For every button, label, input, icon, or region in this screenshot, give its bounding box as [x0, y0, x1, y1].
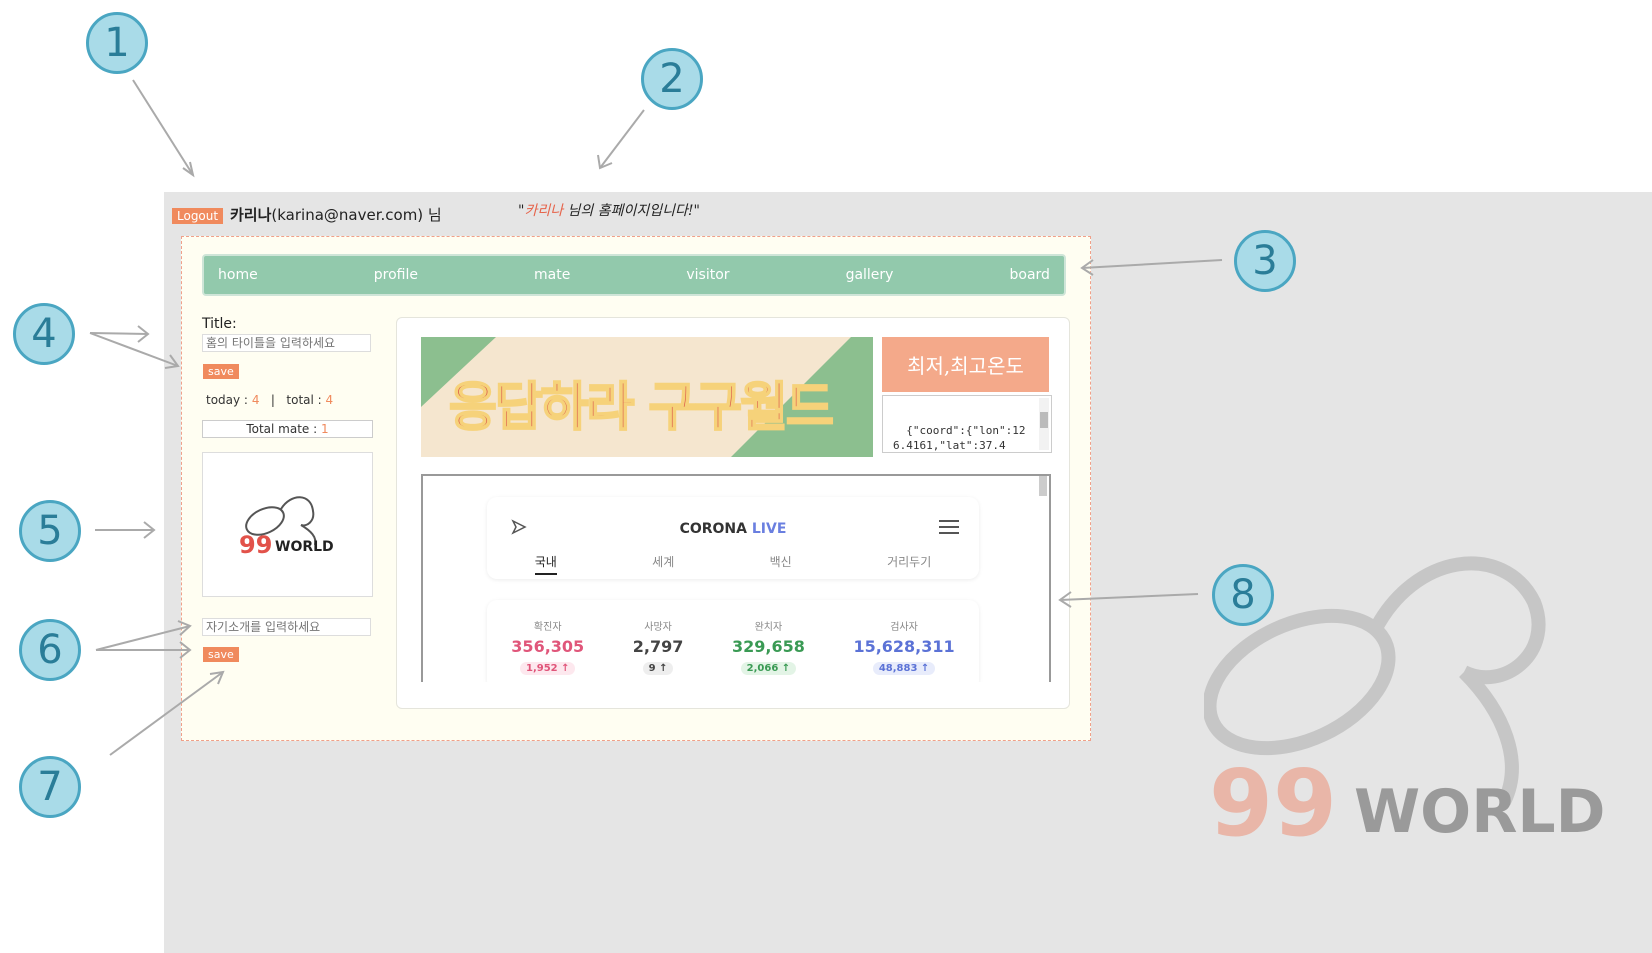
logo-world: WORLD [275, 539, 334, 555]
temperature-button[interactable]: 최저,최고온도 [882, 337, 1049, 392]
corona-stat-label: 확진자 [533, 622, 562, 633]
corona-stat-value: 2,797 [632, 637, 684, 656]
corona-stat-label: 완치자 [754, 622, 783, 633]
callout-5: 5 [19, 500, 81, 562]
callout-3: 3 [1234, 230, 1296, 292]
nav-mate[interactable]: mate [534, 267, 570, 283]
banner-title: 응답하라 구구월드 [448, 377, 835, 439]
nav-board[interactable]: board [1010, 267, 1050, 283]
corona-brand-live: LIVE [751, 521, 787, 537]
corona-stat: 검사자 15,628,311 48,883 ↑ [853, 618, 955, 675]
callout-1: 1 [86, 12, 148, 74]
corona-tab-domestic[interactable]: 국내 [534, 553, 557, 575]
user-email: (karina@naver.com) 님 [271, 206, 442, 224]
corona-stats-card: 확진자 356,305 1,952 ↑ 사망자 2,797 9 ↑ 완치자 329,658 2,… [487, 600, 979, 682]
total-mate-label: Total mate : [246, 422, 318, 436]
watermark-99: 99 [1209, 750, 1337, 857]
corona-stat-label: 검사자 [890, 622, 918, 633]
world-logo: 99 WORLD [239, 496, 334, 559]
user-name: 카리나 [230, 206, 272, 224]
today-label: today : [206, 393, 248, 407]
corona-stat-delta: 1,952 ↑ [519, 662, 576, 675]
corona-tab-vaccine[interactable]: 백신 [770, 553, 792, 575]
corona-scrollbar[interactable] [1039, 476, 1047, 496]
nav-gallery[interactable]: gallery [846, 267, 894, 283]
corona-stat-delta: 48,883 ↑ [872, 662, 936, 675]
title-save-button[interactable]: save [203, 364, 239, 379]
callout-2: 2 [641, 48, 703, 110]
intro-save-button[interactable]: save [203, 647, 239, 662]
visit-counter: today : 4 | total : 4 [206, 393, 333, 407]
callout-8: 8 [1212, 564, 1274, 626]
corona-stat-delta: 2,066 ↑ [740, 662, 797, 675]
today-value: 4 [251, 393, 260, 407]
profile-image: 99 WORLD [202, 452, 373, 597]
nav-visitor[interactable]: visitor [686, 267, 729, 283]
corona-tab-distancing[interactable]: 거리두기 [887, 553, 931, 575]
corona-stat-value: 329,658 [731, 637, 805, 656]
corona-stat: 확진자 356,305 1,952 ↑ [511, 618, 584, 675]
greeting-rest: 님의 홈페이지입니다!" [563, 203, 700, 219]
counter-separator: | [270, 393, 275, 407]
total-label: total : [286, 393, 322, 407]
total-mate-value: 1 [321, 422, 329, 436]
corona-tab-world[interactable]: 세계 [652, 553, 674, 575]
greeting-name: 카리나 [524, 203, 564, 219]
title-label: Title: [202, 316, 237, 332]
corona-frame[interactable]: CORONA LIVE 국내 세계 백신 거리두기 확진자 356,305 1,95… [421, 474, 1051, 682]
callout-6: 6 [19, 619, 81, 681]
total-value: 4 [325, 393, 334, 407]
weather-json-box[interactable]: {"coord":{"lon":126.4161,"lat":37.45},"w… [882, 395, 1052, 453]
corona-stat-value: 356,305 [511, 637, 585, 656]
greeting-message: "카리나 님의 홈페이지입니다!" [518, 200, 700, 220]
nav-bar: home profile mate visitor gallery board [202, 254, 1066, 296]
logo-99: 99 [239, 531, 272, 559]
corona-stat-label: 사망자 [644, 622, 672, 633]
corona-brand: CORONA LIVE [487, 521, 979, 537]
corona-stat-value: 15,628,311 [853, 637, 955, 656]
corona-stat: 완치자 329,658 2,066 ↑ [732, 618, 805, 675]
corona-stat: 사망자 2,797 9 ↑ [632, 618, 684, 675]
user-info: 카리나(karina@naver.com) 님 [230, 204, 442, 225]
watermark-world: WORLD [1354, 777, 1605, 847]
weather-scrollbar[interactable] [1039, 398, 1049, 450]
nav-profile[interactable]: profile [374, 267, 418, 283]
banner-image: 응답하라 구구월드 [421, 337, 873, 457]
menu-icon[interactable] [939, 519, 959, 535]
callout-4: 4 [13, 303, 75, 365]
corona-brand-text: CORONA [679, 521, 747, 537]
title-input[interactable] [202, 334, 371, 352]
total-mate: Total mate : 1 [202, 420, 373, 438]
corona-stats: 확진자 356,305 1,952 ↑ 사망자 2,797 9 ↑ 완치자 329,658 2,… [487, 618, 979, 675]
corona-tabs: 국내 세계 백신 거리두기 [487, 553, 979, 575]
nav-home[interactable]: home [218, 267, 258, 283]
intro-input[interactable] [202, 618, 371, 636]
corona-stat-delta: 9 ↑ [642, 662, 674, 675]
logout-button[interactable]: Logout [172, 208, 224, 224]
weather-json-text: {"coord":{"lon":126.4161,"lat":37.45},"w… [893, 424, 1026, 452]
corona-header-card: CORONA LIVE 국내 세계 백신 거리두기 [487, 497, 979, 579]
callout-7: 7 [19, 756, 81, 818]
